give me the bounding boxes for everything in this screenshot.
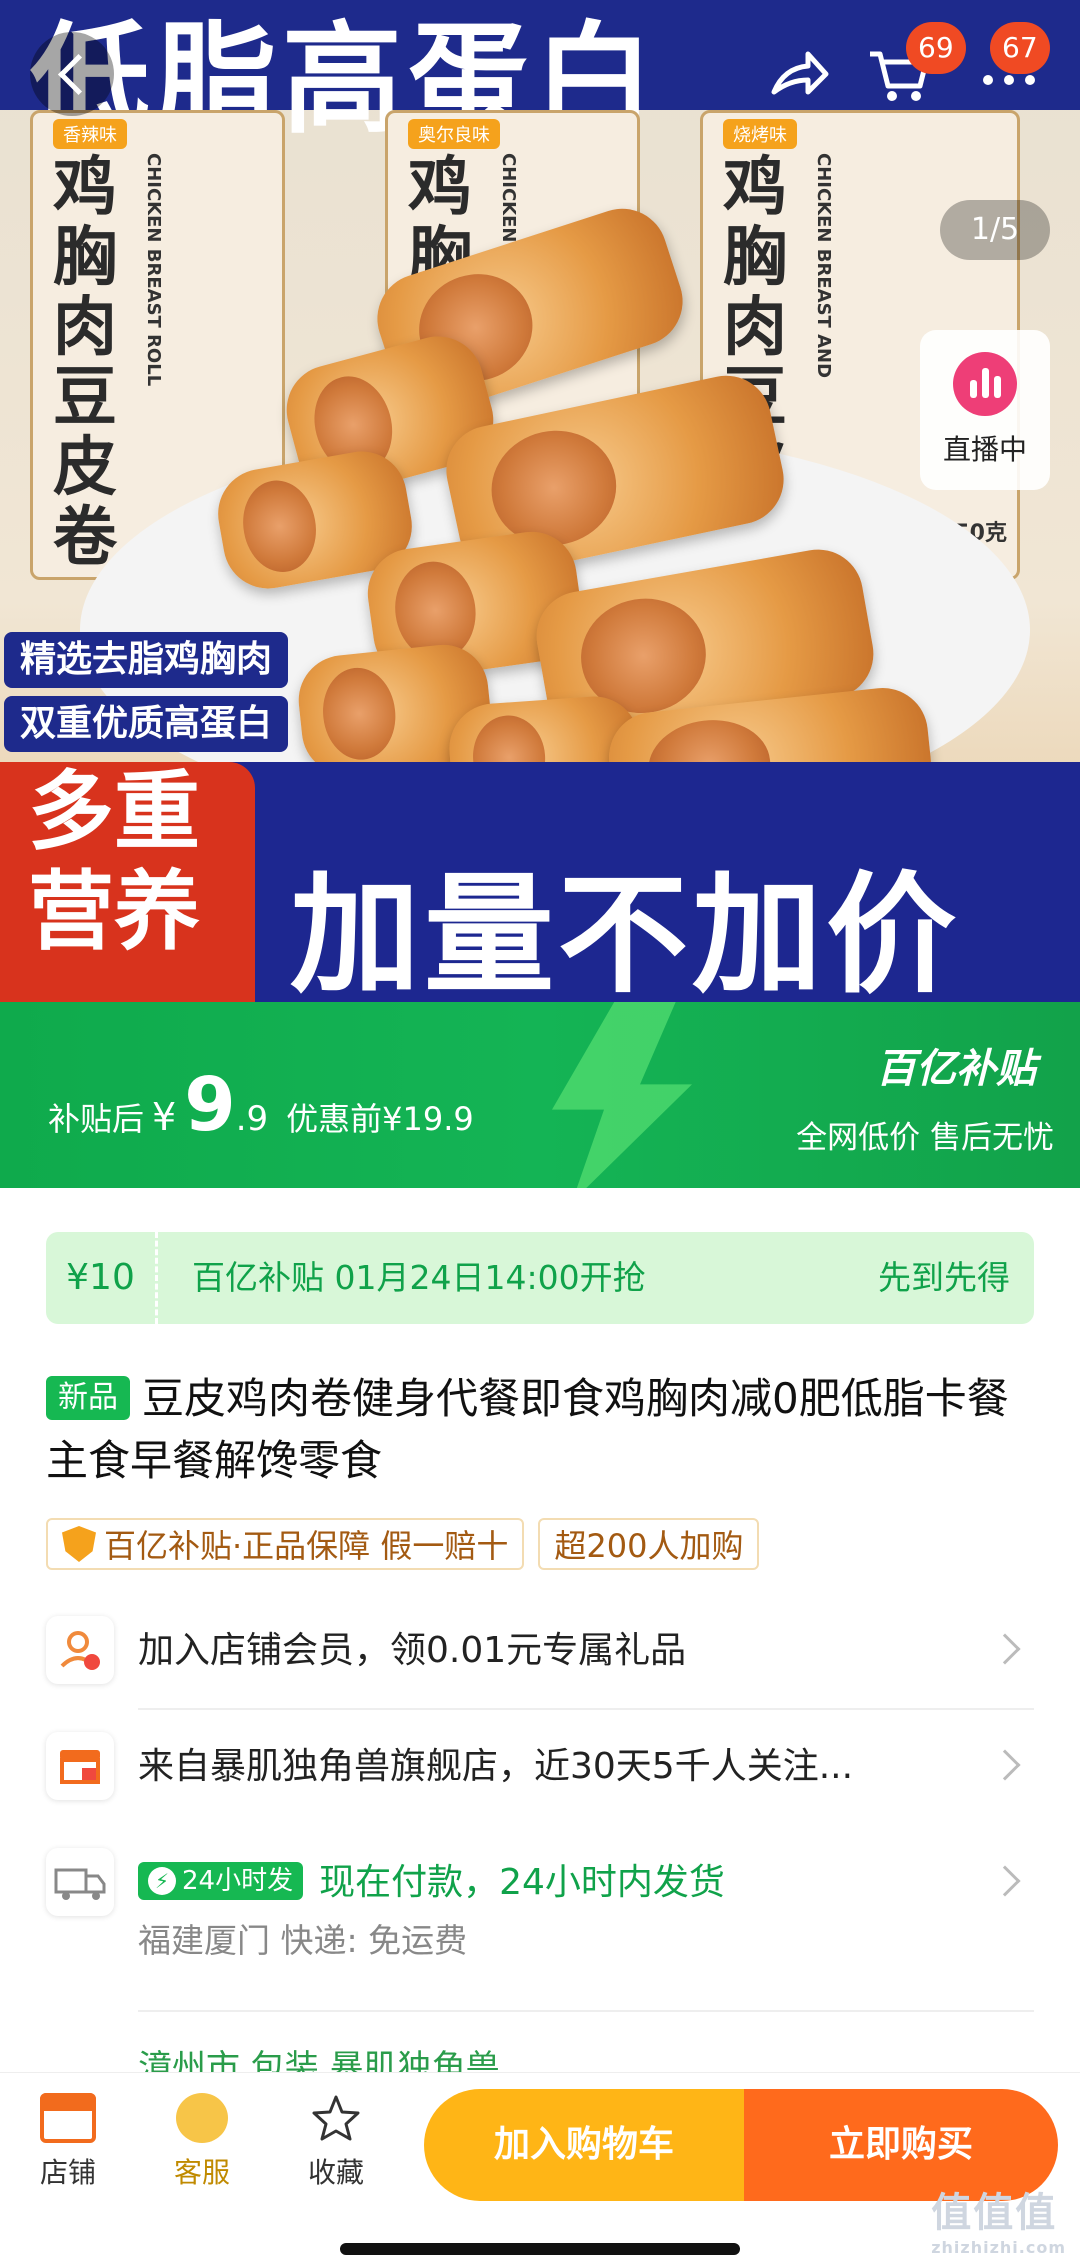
new-badge: 新品 xyxy=(46,1376,130,1420)
24h-ship-tag: ⚡ 24小时发 xyxy=(138,1862,304,1900)
subsidy-price: 补贴后 ¥ 9 .9 优惠前¥19.9 xyxy=(48,1062,474,1148)
carousel-page-indicator: 1/5 xyxy=(940,200,1050,260)
shipping-row[interactable]: ⚡ 24小时发 现在付款，24小时内发货 福建厦门 快递: 免运费 xyxy=(46,1828,1034,2008)
favorite-label: 收藏 xyxy=(307,2156,364,2189)
bottom-action-bar: 店铺 客服 收藏 加入购物车 立即购买 xyxy=(0,2072,1080,2263)
lightning-icon: ⚡ xyxy=(148,1867,176,1895)
truck-icon xyxy=(46,1848,114,1916)
product-image-carousel[interactable]: 低脂高蛋白 香辣味 鸡胸肉豆皮卷 CHICKEN BREAST ROLL 奥尔良… xyxy=(0,0,1080,1002)
hero-red-block: 多重 营养 xyxy=(0,762,255,1002)
sale-tag: 先到先得 xyxy=(878,1258,1010,1297)
watermark: 值值值 zhizhizhi.com xyxy=(931,2180,1066,2257)
pack-english: CHICKEN BREAST ROLL xyxy=(143,153,164,387)
hero-red-line: 营养 xyxy=(28,862,200,962)
lightning-icon xyxy=(552,1002,692,1188)
service-label: 客服 xyxy=(173,2156,230,2189)
shop-button[interactable]: 店铺 xyxy=(8,2093,128,2191)
watermark-text: 值值值 xyxy=(931,2190,1058,2236)
hero-feature-chip: 精选去脂鸡胸肉 xyxy=(4,632,289,688)
guarantee-tag[interactable]: 百亿补贴·正品保障 假一赔十 xyxy=(46,1518,525,1570)
popularity-tag: 超200人加购 xyxy=(538,1518,760,1570)
flash-sale-strip[interactable]: ¥10 百亿补贴 01月24日14:00开抢 先到先得 xyxy=(46,1232,1034,1324)
product-title: 新品 豆皮鸡肉卷健身代餐即食鸡胸肉减0肥低脂卡餐主食早餐解馋零食 xyxy=(46,1368,1036,1492)
price-integer: 9 xyxy=(184,1062,236,1148)
store-icon xyxy=(40,2093,96,2143)
store-text: 来自暴肌独角兽旗舰店，近30天5千人关注... xyxy=(138,1746,854,1787)
member-row[interactable]: 加入店铺会员，领0.01元专属礼品 xyxy=(46,1596,1034,1706)
customer-service-icon xyxy=(176,2093,228,2143)
divider xyxy=(138,1708,1034,1710)
sale-coupon-price: ¥10 xyxy=(46,1232,158,1324)
live-icon xyxy=(953,352,1017,416)
top-right-actions: 69 67 xyxy=(764,22,1054,118)
popularity-text: 超200人加购 xyxy=(554,1527,744,1565)
ship-main-text: 现在付款，24小时内发货 xyxy=(319,1862,725,1903)
favorite-button[interactable]: 收藏 xyxy=(276,2093,396,2191)
customer-service-button[interactable]: 客服 xyxy=(142,2093,262,2191)
chevron-right-icon xyxy=(989,1865,1021,1897)
live-label: 直播中 xyxy=(942,433,1027,466)
member-text: 加入店铺会员，领0.01元专属礼品 xyxy=(138,1630,687,1671)
currency-symbol: ¥ xyxy=(152,1095,177,1139)
product-title-text: 豆皮鸡肉卷健身代餐即食鸡胸肉减0肥低脂卡餐主食早餐解馋零食 xyxy=(46,1374,1009,1485)
shop-label: 店铺 xyxy=(39,2156,96,2189)
chevron-right-icon xyxy=(989,1633,1021,1665)
store-row[interactable]: 来自暴肌独角兽旗舰店，近30天5千人关注... xyxy=(46,1712,1034,1822)
add-to-cart-button[interactable]: 加入购物车 xyxy=(424,2089,744,2201)
guarantee-text: 百亿补贴·正品保障 假一赔十 xyxy=(104,1527,509,1565)
back-button[interactable] xyxy=(30,32,114,116)
chevron-right-icon xyxy=(989,1749,1021,1781)
ship-origin-text: 福建厦门 快递: 免运费 xyxy=(138,1921,468,1960)
shield-icon xyxy=(62,1526,96,1562)
pack-name: 鸡胸肉豆皮卷 xyxy=(53,151,117,575)
hero-feature-chip: 双重优质高蛋白 xyxy=(4,696,289,752)
sale-time-info: 百亿补贴 01月24日14:00开抢 xyxy=(192,1258,646,1297)
guarantee-tags: 百亿补贴·正品保障 假一赔十 超200人加购 xyxy=(46,1518,760,1570)
watermark-url: zhizhizhi.com xyxy=(931,2238,1066,2257)
store-icon xyxy=(46,1732,114,1800)
subsidy-logo: 百亿补贴 xyxy=(876,1046,1036,1092)
subsidy-slogan: 全网低价 售后无忧 xyxy=(796,1120,1054,1156)
cart-count-badge: 69 xyxy=(906,22,966,74)
hero-red-line: 多重 xyxy=(28,762,200,862)
live-stream-entry[interactable]: 直播中 xyxy=(920,330,1050,490)
pack-flavor: 香辣味 xyxy=(53,119,127,149)
hero-slogan: 加量不加价 xyxy=(290,859,961,1002)
pack-flavor: 烧烤味 xyxy=(723,119,797,149)
pack-flavor: 奥尔良味 xyxy=(408,119,500,149)
price-prefix: 补贴后 xyxy=(48,1100,145,1138)
price-decimal: .9 xyxy=(235,1099,269,1139)
divider xyxy=(138,2010,1034,2012)
subsidy-price-bar: 补贴后 ¥ 9 .9 优惠前¥19.9 百亿补贴 全网低价 售后无忧 xyxy=(0,1002,1080,1188)
home-indicator xyxy=(340,2243,740,2255)
message-count-badge: 67 xyxy=(990,22,1050,74)
pack-english: CHICKEN BREAST AND xyxy=(813,153,834,379)
star-icon xyxy=(308,2093,364,2143)
member-gift-icon xyxy=(46,1616,114,1684)
share-icon[interactable] xyxy=(764,40,834,110)
original-price: 优惠前¥19.9 xyxy=(286,1100,474,1138)
